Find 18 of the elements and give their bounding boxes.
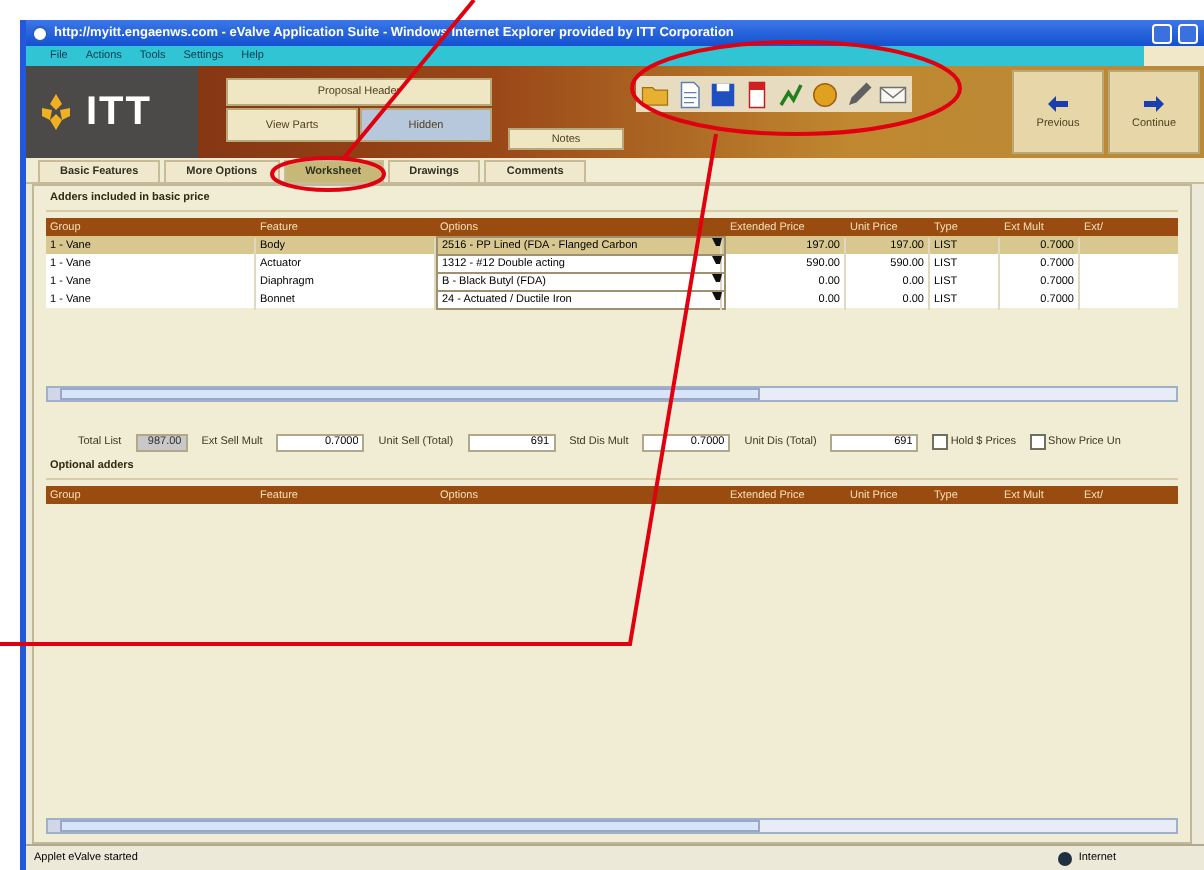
maximize-button[interactable] xyxy=(1178,23,1198,43)
globe-icon xyxy=(1058,851,1073,865)
checkbox[interactable] xyxy=(932,434,949,450)
pencil-icon[interactable] xyxy=(844,79,874,109)
scrollbar[interactable] xyxy=(46,818,1178,834)
coin-icon[interactable] xyxy=(810,79,840,109)
chart-icon[interactable] xyxy=(776,79,806,109)
arrow-icon xyxy=(1048,95,1068,111)
browser-logo-icon xyxy=(32,25,48,41)
minimize-button[interactable] xyxy=(1152,23,1172,43)
checkbox[interactable] xyxy=(1030,434,1047,450)
save-icon[interactable] xyxy=(708,79,738,109)
highlight-ellipse xyxy=(270,156,386,192)
logo-text: ITT xyxy=(86,89,152,135)
scrollbar[interactable] xyxy=(46,386,1178,402)
corner-panel xyxy=(1144,46,1204,66)
arrow-icon xyxy=(1144,95,1164,111)
logo-emblem-icon xyxy=(38,92,74,132)
